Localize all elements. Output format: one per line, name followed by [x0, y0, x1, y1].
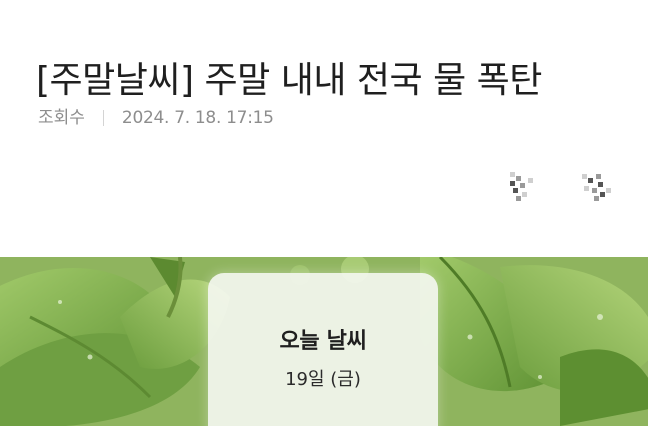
article-meta: 조회수 2024. 7. 18. 17:15	[38, 104, 274, 132]
weather-card-title: 오늘 날씨	[279, 329, 367, 354]
share-icon[interactable]	[578, 166, 614, 202]
article-tools	[502, 166, 614, 202]
weather-card-day: 19일 (금)	[285, 369, 361, 390]
meta-divider	[102, 110, 104, 126]
article-page: [주말날씨] 주말 내내 전국 물 폭탄 조회수 2024. 7. 18. 17…	[0, 0, 648, 426]
publish-datetime: 2024. 7. 18. 17:15	[121, 108, 274, 128]
weather-card: 오늘 날씨 19일 (금)	[208, 273, 438, 426]
views-label: 조회수	[38, 108, 85, 128]
article-title: [주말날씨] 주말 내내 전국 물 폭탄	[36, 60, 542, 102]
font-size-icon[interactable]	[502, 166, 538, 202]
